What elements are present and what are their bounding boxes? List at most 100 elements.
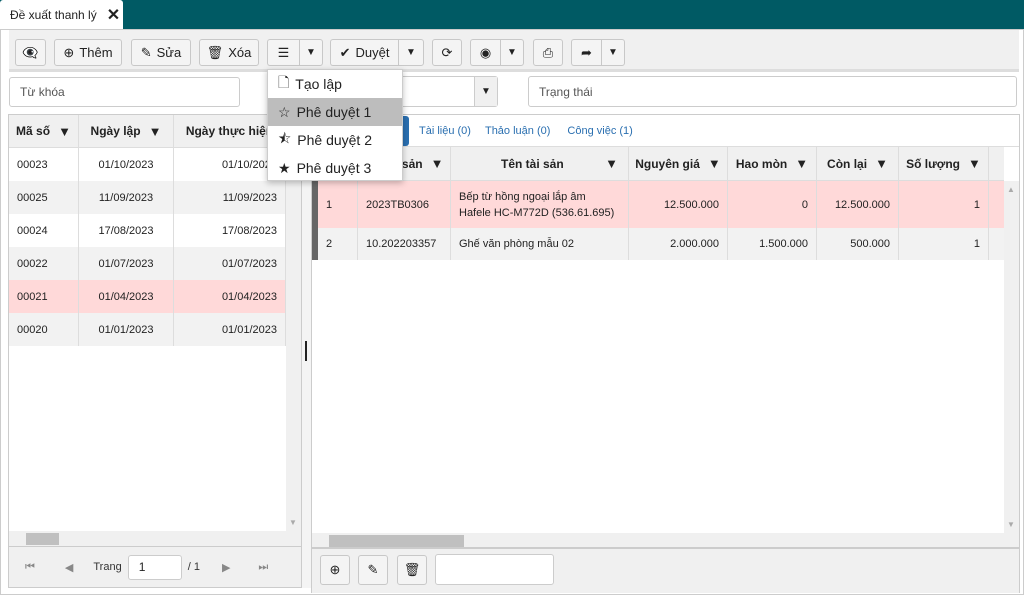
add-detail-button[interactable]: ⊕ — [320, 555, 350, 585]
page-input[interactable]: 1 — [127, 554, 182, 580]
star-outline-icon: ☆ — [278, 103, 291, 120]
column-header[interactable]: Ngày lập ▼ — [79, 115, 174, 147]
table-row[interactable]: 2 10.202203357 Ghế văn phòng mẫu 02 2.000.0… — [312, 228, 1006, 260]
filter-icon[interactable]: ▼ — [431, 156, 444, 171]
splitter[interactable] — [302, 114, 311, 588]
filter-icon[interactable]: ▼ — [708, 156, 721, 171]
column-header[interactable]: Mã số ▼ — [9, 115, 79, 147]
approve-dropdown-button[interactable]: ▼ — [398, 39, 424, 66]
table-cell: Ghế văn phòng mẫu 02 — [451, 228, 629, 260]
menu-item[interactable]: ⯪ Phê duyệt 2 — [268, 126, 402, 154]
column-header[interactable]: Tên tài sản ▼ — [451, 147, 629, 180]
delete-label: Xóa — [228, 45, 252, 60]
detail-input[interactable] — [435, 554, 554, 585]
star-half-icon: ⯪ — [278, 130, 292, 146]
menu-item[interactable]: ★ Phê duyệt 3 — [268, 154, 402, 182]
table-cell: 1.500.000 — [728, 228, 817, 260]
menu-button[interactable]: ☰ — [267, 39, 299, 66]
tab-title: Đề xuất thanh lý — [10, 8, 97, 22]
filter-icon[interactable]: ▼ — [875, 156, 888, 171]
star-icon: ★ — [278, 159, 291, 176]
trash-icon: 🗑 — [403, 562, 421, 577]
table-row[interactable]: 00020 01/01/2023 01/01/2023 — [9, 313, 286, 346]
column-label: Tên tài sản — [501, 156, 564, 171]
table-cell: 12.500.000 — [629, 181, 728, 228]
column-label: Nguyên giá — [635, 156, 700, 171]
column-label: Ngày thực hiện — [185, 124, 274, 138]
add-button[interactable]: ⊕ Thêm — [54, 39, 122, 66]
keyword-input[interactable]: Từ khóa — [9, 77, 240, 107]
print-icon: ⎙ — [542, 44, 554, 60]
menu-dropdown-button[interactable]: ▼ — [299, 39, 323, 66]
caret-down-icon: ▼ — [306, 47, 316, 58]
table-cell: 00024 — [9, 214, 79, 247]
status-input[interactable]: Trạng thái — [528, 76, 1017, 107]
table-cell: 2023TB0306 — [358, 181, 451, 228]
plus-circle-icon: ⊕ — [329, 562, 341, 577]
last-page-icon[interactable]: ⏭ — [258, 561, 268, 574]
print-button[interactable]: ⎙ — [533, 39, 563, 66]
tab-documents[interactable]: Tài liệu (0) — [419, 125, 471, 137]
table-cell: Bếp từ hồng ngoại lắp âm Hafele HC-M772D… — [451, 181, 629, 228]
tab-tasks[interactable]: Công việc (1) — [567, 125, 632, 137]
menu-item[interactable]: 🗋 Tạo lập — [268, 70, 402, 98]
refresh-icon: ⟳ — [441, 44, 453, 60]
scroll-thumb[interactable] — [26, 533, 59, 545]
edit-detail-button[interactable]: ✎ — [358, 555, 388, 585]
table-cell: 12.500.000 — [817, 181, 899, 228]
share-button[interactable]: ➦ — [571, 39, 601, 66]
tab-de-xuat-thanh-ly[interactable]: Đề xuất thanh lý ✕ — [0, 0, 123, 30]
close-icon[interactable]: ✕ — [107, 5, 120, 25]
dropdown-menu: 🗋 Tạo lập ☆ Phê duyệt 1 ⯪ Phê duyệt 2 ★ Phê duy… — [267, 69, 403, 181]
column-header[interactable]: Hao mòn ▼ — [728, 147, 817, 180]
delete-detail-button[interactable]: 🗑 — [397, 555, 427, 585]
caret-down-icon: ▼ — [507, 47, 517, 58]
detail-tabs: Tài liệu (0) Thảo luận (0) Công việc (1) — [312, 115, 1019, 147]
share-dropdown-button[interactable]: ▼ — [601, 39, 625, 66]
filter-icon[interactable]: ▼ — [58, 124, 71, 139]
pencil-icon: ✎ — [140, 44, 152, 60]
edit-button[interactable]: ✎ Sửa — [131, 39, 191, 66]
delete-button[interactable]: 🗑 Xóa — [199, 39, 259, 66]
filter-icon[interactable]: ▼ — [149, 124, 162, 139]
approve-button[interactable]: ✔ Duyệt — [330, 39, 398, 66]
search-button[interactable]: 👁‍🗨 — [15, 39, 46, 66]
edit-label: Sửa — [156, 45, 182, 60]
next-page-icon[interactable]: ▶ — [222, 561, 230, 574]
tab-discussion[interactable]: Thảo luận (0) — [485, 125, 550, 137]
column-label: Số lượng — [906, 156, 960, 171]
prev-page-icon[interactable]: ◀ — [65, 561, 73, 574]
menu-item[interactable]: ☆ Phê duyệt 1 — [268, 98, 402, 126]
view-dropdown-button[interactable]: ▼ — [500, 39, 524, 66]
table-row[interactable]: 00024 17/08/2023 17/08/2023 — [9, 214, 286, 247]
view-button[interactable]: ◉ — [470, 39, 500, 66]
column-label: Ngày lập — [90, 124, 141, 138]
table-cell: 10.202203357 — [358, 228, 451, 260]
table-cell: 00020 — [9, 313, 79, 346]
check-circle-icon: ✔ — [339, 44, 351, 60]
toolbar: 👁‍🗨 ⊕ Thêm ✎ Sửa 🗑 Xóa ☰ ▼ ✔ Duyệt ▼ ⟳ ◉ ▼ ⎙… — [9, 30, 1019, 72]
vertical-scrollbar[interactable]: ▲ ▼ — [1004, 181, 1019, 533]
filter-icon[interactable]: ▼ — [968, 156, 981, 171]
horizontal-scrollbar[interactable] — [312, 533, 1019, 549]
horizontal-scrollbar[interactable] — [9, 531, 301, 547]
column-header[interactable]: Nguyên giá ▼ — [629, 147, 728, 180]
table-row[interactable]: 00023 01/10/2023 01/10/2023 — [9, 148, 286, 181]
column-header[interactable]: Số lượng ▼ — [899, 147, 989, 180]
table-row[interactable]: 00025 11/09/2023 11/09/2023 — [9, 181, 286, 214]
scroll-thumb[interactable] — [329, 535, 464, 547]
caret-down-icon[interactable]: ▼ — [474, 77, 497, 106]
table-row[interactable]: 1 2023TB0306 Bếp từ hồng ngoại lắp âm Hafe… — [312, 181, 1006, 228]
filter-icon[interactable]: ▼ — [605, 156, 618, 171]
filter-icon[interactable]: ▼ — [795, 156, 808, 171]
column-header[interactable]: Còn lại ▼ — [817, 147, 899, 180]
pager: ⏮ ◀ Trang 1 / 1 ▶ ⏭ — [9, 547, 301, 587]
table-cell: 500.000 — [817, 228, 899, 260]
caret-down-icon: ▼ — [608, 47, 618, 58]
caret-down-icon: ▼ — [406, 47, 416, 58]
first-page-icon[interactable]: ⏮ — [25, 561, 35, 574]
table-row[interactable]: 00022 01/07/2023 01/07/2023 — [9, 247, 286, 280]
table-row[interactable]: 00021 01/04/2023 01/04/2023 — [9, 280, 286, 313]
refresh-button[interactable]: ⟳ — [432, 39, 462, 66]
bars-icon: ☰ — [277, 44, 290, 60]
